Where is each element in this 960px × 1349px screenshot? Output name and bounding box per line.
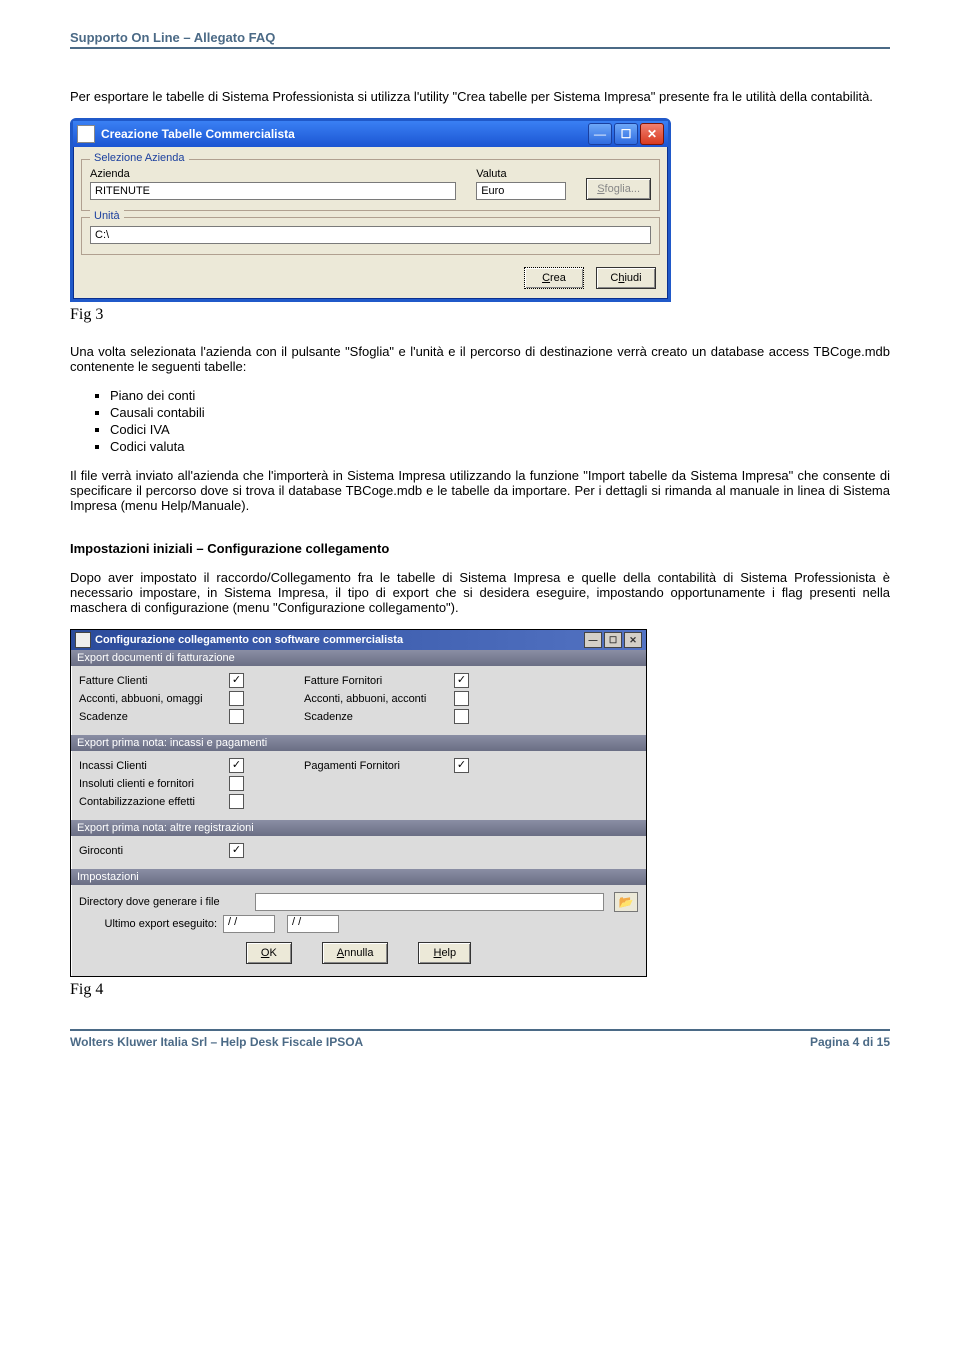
maximize-button[interactable]: ☐ — [614, 123, 638, 145]
label: Fatture Clienti — [79, 675, 229, 687]
section-impostazioni: Impostazioni — [71, 869, 646, 885]
help-button[interactable]: Help — [418, 942, 471, 964]
footer-right: Pagina 4 di 15 — [810, 1035, 890, 1049]
row-giroconti: Giroconti — [79, 843, 638, 858]
window-configurazione-collegamento: Configurazione collegamento con software… — [70, 629, 647, 977]
intro-paragraph: Per esportare le tabelle di Sistema Prof… — [70, 89, 890, 104]
fig4-caption: Fig 4 — [70, 981, 890, 999]
last-export-label: Ultimo export eseguito: — [79, 918, 223, 930]
row-last-export: Ultimo export eseguito: / / / / — [79, 915, 638, 933]
crea-button[interactable]: Crea — [524, 267, 584, 289]
row-scadenze: Scadenze Scadenze — [79, 709, 638, 724]
group-unita: Unità — [81, 217, 660, 255]
checkbox-giroconti[interactable] — [229, 843, 244, 858]
checkbox-contab-effetti[interactable] — [229, 794, 244, 809]
close-button[interactable]: ✕ — [624, 632, 642, 648]
fig3-caption: Fig 3 — [70, 306, 890, 324]
unita-input[interactable] — [90, 226, 651, 244]
section-heading: Impostazioni iniziali – Configurazione c… — [70, 541, 890, 556]
page-header: Supporto On Line – Allegato FAQ — [70, 30, 890, 45]
label: Fatture Fornitori — [304, 675, 454, 687]
checkbox-acconti-b[interactable] — [454, 691, 469, 706]
list-item: Codici IVA — [110, 422, 890, 437]
group-legend: Selezione Azienda — [90, 152, 189, 164]
row-fatture-clienti: Fatture Clienti Fatture Fornitori — [79, 673, 638, 688]
xp-titlebar[interactable]: Creazione Tabelle Commercialista — ☐ ✕ — [73, 121, 668, 147]
para4: Dopo aver impostato il raccordo/Collegam… — [70, 570, 890, 615]
checkbox-acconti-a[interactable] — [229, 691, 244, 706]
label: Incassi Clienti — [79, 760, 229, 772]
checkbox-incassi-clienti[interactable] — [229, 758, 244, 773]
chiudi-button[interactable]: Chiudi — [596, 267, 656, 289]
checkbox-scadenze-b[interactable] — [454, 709, 469, 724]
directory-input[interactable] — [255, 893, 604, 911]
para2: Una volta selezionata l'azienda con il p… — [70, 344, 890, 374]
directory-label: Directory dove generare i file — [79, 896, 249, 908]
valuta-label: Valuta — [476, 168, 566, 180]
header-divider — [70, 47, 890, 49]
footer-left: Wolters Kluwer Italia Srl – Help Desk Fi… — [70, 1035, 363, 1049]
checkbox-insoluti[interactable] — [229, 776, 244, 791]
minimize-button[interactable]: — — [588, 123, 612, 145]
date-from-input[interactable]: / / — [223, 915, 275, 933]
checkbox-scadenze-a[interactable] — [229, 709, 244, 724]
sfoglia-button[interactable]: Sfoglia... — [586, 178, 651, 200]
window-icon — [75, 632, 91, 648]
footer-divider — [70, 1029, 890, 1031]
group-selezione-azienda: Selezione Azienda Azienda Valuta Sfoglia… — [81, 159, 660, 211]
label: Contabilizzazione effetti — [79, 796, 229, 808]
maximize-button[interactable]: ☐ — [604, 632, 622, 648]
row-insoluti: Insoluti clienti e fornitori — [79, 776, 638, 791]
classic-titlebar[interactable]: Configurazione collegamento con software… — [71, 630, 646, 650]
close-button[interactable]: ✕ — [640, 123, 664, 145]
group-legend-unita: Unità — [90, 210, 124, 222]
window-title: Creazione Tabelle Commercialista — [101, 127, 588, 141]
valuta-input[interactable] — [476, 182, 566, 200]
row-incassi: Incassi Clienti Pagamenti Fornitori — [79, 758, 638, 773]
browse-folder-button[interactable]: 📂 — [614, 892, 638, 912]
list-item: Codici valuta — [110, 439, 890, 454]
label: Acconti, abbuoni, omaggi — [79, 693, 229, 705]
label: Pagamenti Fornitori — [304, 760, 454, 772]
checkbox-fatture-fornitori[interactable] — [454, 673, 469, 688]
window-icon — [77, 125, 95, 143]
label: Insoluti clienti e fornitori — [79, 778, 229, 790]
checkbox-fatture-clienti[interactable] — [229, 673, 244, 688]
azienda-label: Azienda — [90, 168, 456, 180]
section-export-prima-nota: Export prima nota: incassi e pagamenti — [71, 735, 646, 751]
section-export-documenti: Export documenti di fatturazione — [71, 650, 646, 666]
section-altre-registrazioni: Export prima nota: altre registrazioni — [71, 820, 646, 836]
row-acconti: Acconti, abbuoni, omaggi Acconti, abbuon… — [79, 691, 638, 706]
annulla-button[interactable]: Annulla — [322, 942, 389, 964]
label: Giroconti — [79, 845, 229, 857]
label: Acconti, abbuoni, acconti — [304, 693, 454, 705]
window-title: Configurazione collegamento con software… — [95, 634, 584, 646]
tables-list: Piano dei conti Causali contabili Codici… — [110, 388, 890, 454]
checkbox-pagamenti-fornitori[interactable] — [454, 758, 469, 773]
minimize-button[interactable]: — — [584, 632, 602, 648]
list-item: Piano dei conti — [110, 388, 890, 403]
ok-button[interactable]: OK — [246, 942, 292, 964]
window-creazione-tabelle: Creazione Tabelle Commercialista — ☐ ✕ S… — [70, 118, 671, 302]
row-directory: Directory dove generare i file 📂 — [79, 892, 638, 912]
label: Scadenze — [79, 711, 229, 723]
row-contab-effetti: Contabilizzazione effetti — [79, 794, 638, 809]
list-item: Causali contabili — [110, 405, 890, 420]
para3: Il file verrà inviato all'azienda che l'… — [70, 468, 890, 513]
label: Scadenze — [304, 711, 454, 723]
date-to-input[interactable]: / / — [287, 915, 339, 933]
azienda-input[interactable] — [90, 182, 456, 200]
